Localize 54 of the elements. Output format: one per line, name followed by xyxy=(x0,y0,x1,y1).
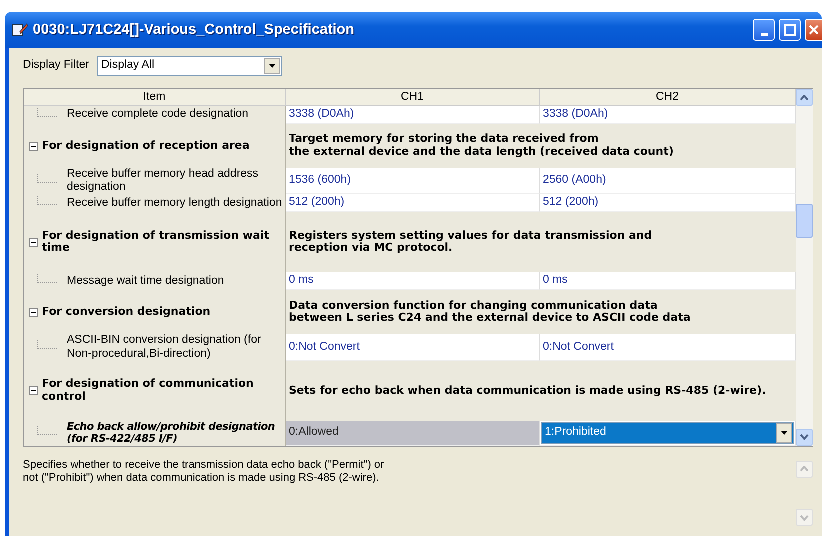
value-cell[interactable]: 0:Not Convert xyxy=(540,334,796,361)
setting-label[interactable]: Echo back allow/prohibit designation (for RS-422/485 I/F) xyxy=(67,421,285,446)
maximize-icon xyxy=(784,24,796,36)
close-button[interactable] xyxy=(805,19,822,41)
minimize-button[interactable] xyxy=(753,19,775,41)
group-description: Registers system setting values for data transmission and reception via MC protocol. xyxy=(288,228,654,256)
value-cell[interactable]: 2560 (A00h) xyxy=(540,168,796,194)
collapse-icon[interactable] xyxy=(29,142,38,150)
vertical-scrollbar[interactable] xyxy=(796,89,813,446)
close-icon xyxy=(808,24,820,36)
value-cell[interactable]: 512 (200h) xyxy=(286,194,540,212)
caret-icon xyxy=(268,64,276,68)
setting-label[interactable]: Receive buffer memory head address designation xyxy=(67,168,285,194)
value-cell[interactable]: 0:Allowed xyxy=(286,420,540,446)
collapse-icon[interactable] xyxy=(29,308,38,317)
collapse-icon[interactable] xyxy=(29,386,38,396)
value-cell[interactable]: 3338 (D0Ah) xyxy=(540,106,796,124)
value-cell[interactable]: 0 ms xyxy=(286,272,540,290)
group-description: Data conversion function for changing communication data between L series C24 and the external device to ASCII code data xyxy=(288,298,692,326)
value-dropdown[interactable]: 1:Prohibited xyxy=(541,422,794,444)
chevron-up-icon xyxy=(800,466,809,472)
scroll-down-button[interactable] xyxy=(796,428,813,446)
help-text: Specifies whether to receive the transmission data echo back ("Permit") or not ("Prohibit") when data communication is made using RS-485 (2-wire). xyxy=(23,458,386,486)
group-label: For conversion designation xyxy=(42,306,211,319)
chevron-up-icon xyxy=(800,94,809,100)
value-cell[interactable]: 3338 (D0Ah) xyxy=(286,106,540,124)
value-cell[interactable]: 512 (200h) xyxy=(540,194,796,212)
column-header[interactable]: CH2 xyxy=(540,89,796,106)
caret-icon xyxy=(780,430,788,435)
window-title: 0030:LJ71C24[]-Various_Control_Specification xyxy=(33,22,355,38)
display-filter-dropdown[interactable]: Display All xyxy=(97,56,282,76)
maximize-button[interactable] xyxy=(779,19,801,41)
filter-label: Display Filter xyxy=(23,59,90,73)
value-cell[interactable]: 0 ms xyxy=(540,272,796,290)
setting-label[interactable]: Message wait time designation xyxy=(67,274,224,288)
group-label: For designation of transmission wait time xyxy=(42,230,270,256)
chevron-down-icon xyxy=(800,434,809,440)
minimize-icon xyxy=(760,32,768,36)
collapse-icon[interactable] xyxy=(29,238,38,247)
group-label: For designation of communication control xyxy=(42,378,255,404)
setting-label[interactable]: Receive complete code designation xyxy=(67,108,249,122)
scroll-thumb[interactable] xyxy=(796,204,813,238)
setting-label[interactable]: Receive buffer memory length designation xyxy=(67,196,282,210)
window-icon xyxy=(11,22,29,38)
column-header[interactable]: CH1 xyxy=(286,89,540,106)
scroll-up-button[interactable] xyxy=(796,89,813,106)
column-header[interactable]: Item xyxy=(24,89,286,106)
group-description: Sets for echo back when data communication is made using RS-485 (2-wire). xyxy=(288,382,768,399)
value-cell[interactable]: 1536 (600h) xyxy=(286,168,540,194)
value-cell[interactable]: 0:Not Convert xyxy=(286,334,540,361)
setting-label[interactable]: ASCII-BIN conversion designation (for Non-procedural,Bi-direction) xyxy=(67,334,285,361)
chevron-down-icon xyxy=(800,514,809,520)
group-description: Target memory for storing the data received from the external device and the data length (received data count) xyxy=(288,131,675,160)
group-label: For designation of reception area xyxy=(42,140,250,152)
